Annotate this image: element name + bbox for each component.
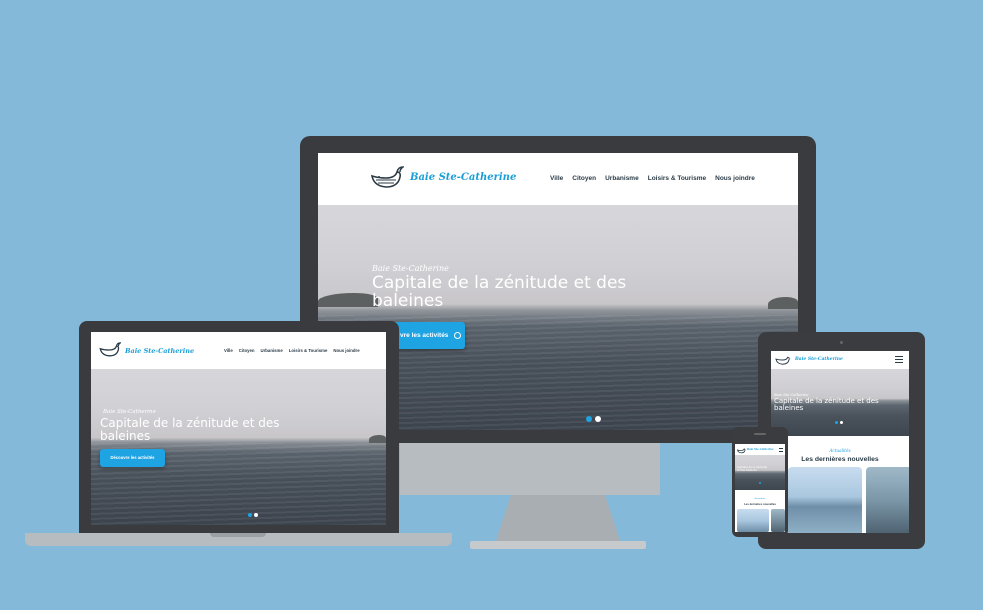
slider-dot[interactable] <box>595 416 601 422</box>
tablet-brand[interactable]: Baie Ste-Catherine <box>795 357 843 362</box>
monitor-neck <box>496 495 620 541</box>
nav-citoyen[interactable]: Citoyen <box>572 175 596 182</box>
laptop-notch <box>210 533 266 537</box>
news-card-image[interactable] <box>866 467 909 533</box>
nav-nous-joindre[interactable]: Nous joindre <box>715 175 755 182</box>
news-kicker: Actualités <box>754 497 766 500</box>
hamburger-menu-icon[interactable] <box>895 356 903 363</box>
nav-nous-joindre[interactable]: Nous joindre <box>333 348 359 353</box>
hill-left <box>318 293 378 307</box>
hero-title: Capitale de la zénitude et des baleines <box>737 466 767 472</box>
slider-dot-active[interactable] <box>248 513 252 517</box>
laptop: Baie Ste-Catherine Ville Citoyen Urbanis… <box>79 321 399 533</box>
slider-dot[interactable] <box>840 421 843 424</box>
laptop-nav: Ville Citoyen Urbanisme Loisirs & Touris… <box>224 348 360 353</box>
phone-speaker <box>754 433 766 435</box>
slider-dot-active[interactable] <box>835 421 838 424</box>
hamburger-menu-icon[interactable] <box>779 448 783 452</box>
news-title: Les dernières nouvelles <box>744 502 776 506</box>
nav-citoyen[interactable]: Citoyen <box>239 348 255 353</box>
hero-title: Capitale de la zénitude et des baleines <box>774 397 879 413</box>
nav-urbanisme[interactable]: Urbanisme <box>261 348 283 353</box>
nav-loisirs-tourisme[interactable]: Loisirs & Tourisme <box>648 175 706 182</box>
news-card-image[interactable] <box>737 509 769 532</box>
laptop-brand[interactable]: Baie Ste-Catherine <box>125 347 194 355</box>
news-card-image[interactable] <box>771 509 785 532</box>
news-title: Les dernières nouvelles <box>801 456 879 463</box>
phone: Baie Ste-Catherine Capitale de la zénitu… <box>732 427 788 537</box>
whale-logo-icon[interactable] <box>737 447 746 454</box>
nav-ville[interactable]: Ville <box>224 348 233 353</box>
tablet-screen: Baie Ste-Catherine Baie Ste-Catherine Ca… <box>771 351 909 533</box>
slider-dot-active[interactable] <box>586 416 592 422</box>
nav-loisirs-tourisme[interactable]: Loisirs & Tourisme <box>289 348 328 353</box>
nav-ville[interactable]: Ville <box>550 175 563 182</box>
nav-urbanisme[interactable]: Urbanisme <box>605 175 639 182</box>
phone-hero: Capitale de la zénitude et des baleines <box>735 455 785 490</box>
laptop-screen: Baie Ste-Catherine Ville Citoyen Urbanis… <box>91 332 386 525</box>
hero-title: Capitale de la zénitude et des baleines <box>100 416 280 443</box>
cta-label: vre les activités <box>400 332 449 339</box>
arrow-circle-icon <box>454 331 462 339</box>
news-card-image[interactable] <box>788 467 862 533</box>
hill-right <box>369 435 386 443</box>
monitor-chin <box>400 443 660 495</box>
monitor-base <box>470 541 646 549</box>
slider-dot-active[interactable] <box>759 482 761 484</box>
laptop-hero: Baie Ste-Catherine Capitale de la zénitu… <box>91 369 386 525</box>
hill-right <box>768 297 798 309</box>
desktop-header: Baie Ste-Catherine Ville Citoyen Urbanis… <box>318 153 798 205</box>
tablet-hero: Baie Ste-Catherine Capitale de la zénitu… <box>771 369 909 436</box>
desktop-nav: Ville Citoyen Urbanisme Loisirs & Touris… <box>550 175 755 182</box>
hero-kicker: Baie Ste-Catherine <box>103 409 156 415</box>
hero-kicker: Baie Ste-Catherine <box>372 264 449 273</box>
desktop-brand[interactable]: Baie Ste-Catherine <box>410 172 516 183</box>
cta-label: Découvre les activités <box>110 455 155 460</box>
hero-cta-button[interactable]: Découvre les activités <box>100 449 165 467</box>
whale-logo-icon[interactable] <box>99 342 121 358</box>
hero-title: Capitale de la zénitude et des baleines <box>372 273 627 311</box>
phone-screen: Baie Ste-Catherine Capitale de la zénitu… <box>735 444 785 532</box>
whale-logo-icon[interactable] <box>370 166 404 190</box>
slider-dot[interactable] <box>254 513 258 517</box>
whale-logo-icon[interactable] <box>775 354 791 366</box>
tablet-camera <box>840 341 843 344</box>
phone-brand[interactable]: Baie Ste-Catherine <box>747 448 774 451</box>
news-kicker: Actualités <box>829 448 851 453</box>
